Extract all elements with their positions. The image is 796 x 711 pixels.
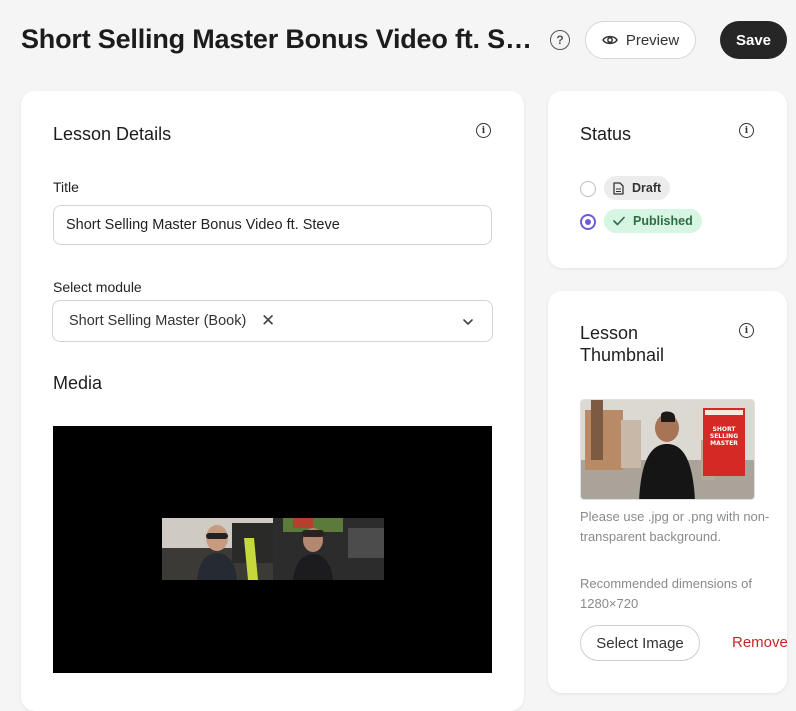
- info-circle-icon[interactable]: i: [739, 123, 754, 138]
- page-header: Short Selling Master Bonus Video ft. Ste…: [0, 0, 796, 80]
- status-heading: Status: [580, 124, 632, 144]
- thumbnail-preview-image: SHORT SELLING MASTER: [580, 399, 755, 500]
- question-circle-icon[interactable]: ?: [550, 30, 570, 50]
- chevron-down-icon[interactable]: [461, 315, 475, 329]
- published-label: Published: [633, 214, 693, 228]
- video-player[interactable]: [53, 426, 492, 673]
- thumbnail-format-hint: Please use .jpg or .png with non-transpa…: [580, 509, 770, 544]
- check-icon: [613, 216, 625, 226]
- info-circle-icon[interactable]: i: [476, 123, 491, 138]
- status-option-draft[interactable]: Draft: [604, 176, 671, 200]
- info-circle-icon[interactable]: i: [739, 323, 754, 338]
- preview-button-label: Preview: [625, 31, 680, 49]
- status-card: Status i Draft Published: [548, 91, 787, 268]
- video-thumbnail-left: [162, 518, 273, 580]
- thumbnail-image: [581, 400, 754, 499]
- eye-icon: [601, 35, 618, 45]
- module-label: Select module: [53, 279, 142, 295]
- media-heading: Media: [53, 373, 103, 393]
- status-radio-published[interactable]: [580, 214, 596, 230]
- module-select[interactable]: Short Selling Master (Book) ✕: [52, 300, 493, 342]
- x-icon[interactable]: ✕: [261, 311, 275, 331]
- module-select-value: Short Selling Master (Book): [69, 313, 247, 329]
- title-label: Title: [53, 179, 79, 195]
- video-frame: [162, 518, 384, 580]
- status-option-published[interactable]: Published: [604, 209, 702, 233]
- page-title: Short Selling Master Bonus Video ft. Ste…: [21, 24, 536, 54]
- draft-label: Draft: [632, 181, 662, 195]
- document-icon: [613, 181, 624, 195]
- lesson-thumbnail-card: Lesson Thumbnail i SHORT SELLING MASTER …: [548, 291, 788, 693]
- status-radio-draft[interactable]: [580, 181, 596, 197]
- select-image-button[interactable]: Select Image: [580, 625, 700, 661]
- title-input[interactable]: [53, 205, 492, 245]
- video-thumbnail-right: [273, 518, 384, 580]
- lesson-thumbnail-heading: Lesson Thumbnail: [580, 323, 665, 365]
- save-button[interactable]: Save: [720, 21, 787, 59]
- remove-image-button[interactable]: Remove: [732, 634, 788, 651]
- thumbnail-dimensions-hint: Recommended dimensions of 1280×720: [580, 576, 752, 611]
- preview-button[interactable]: Preview: [585, 21, 696, 59]
- lesson-details-heading: Lesson Details: [53, 124, 172, 144]
- book-cover-text: SHORT SELLING MASTER: [709, 426, 739, 447]
- lesson-details-card: Lesson Details i Title Select module Sho…: [21, 91, 524, 711]
